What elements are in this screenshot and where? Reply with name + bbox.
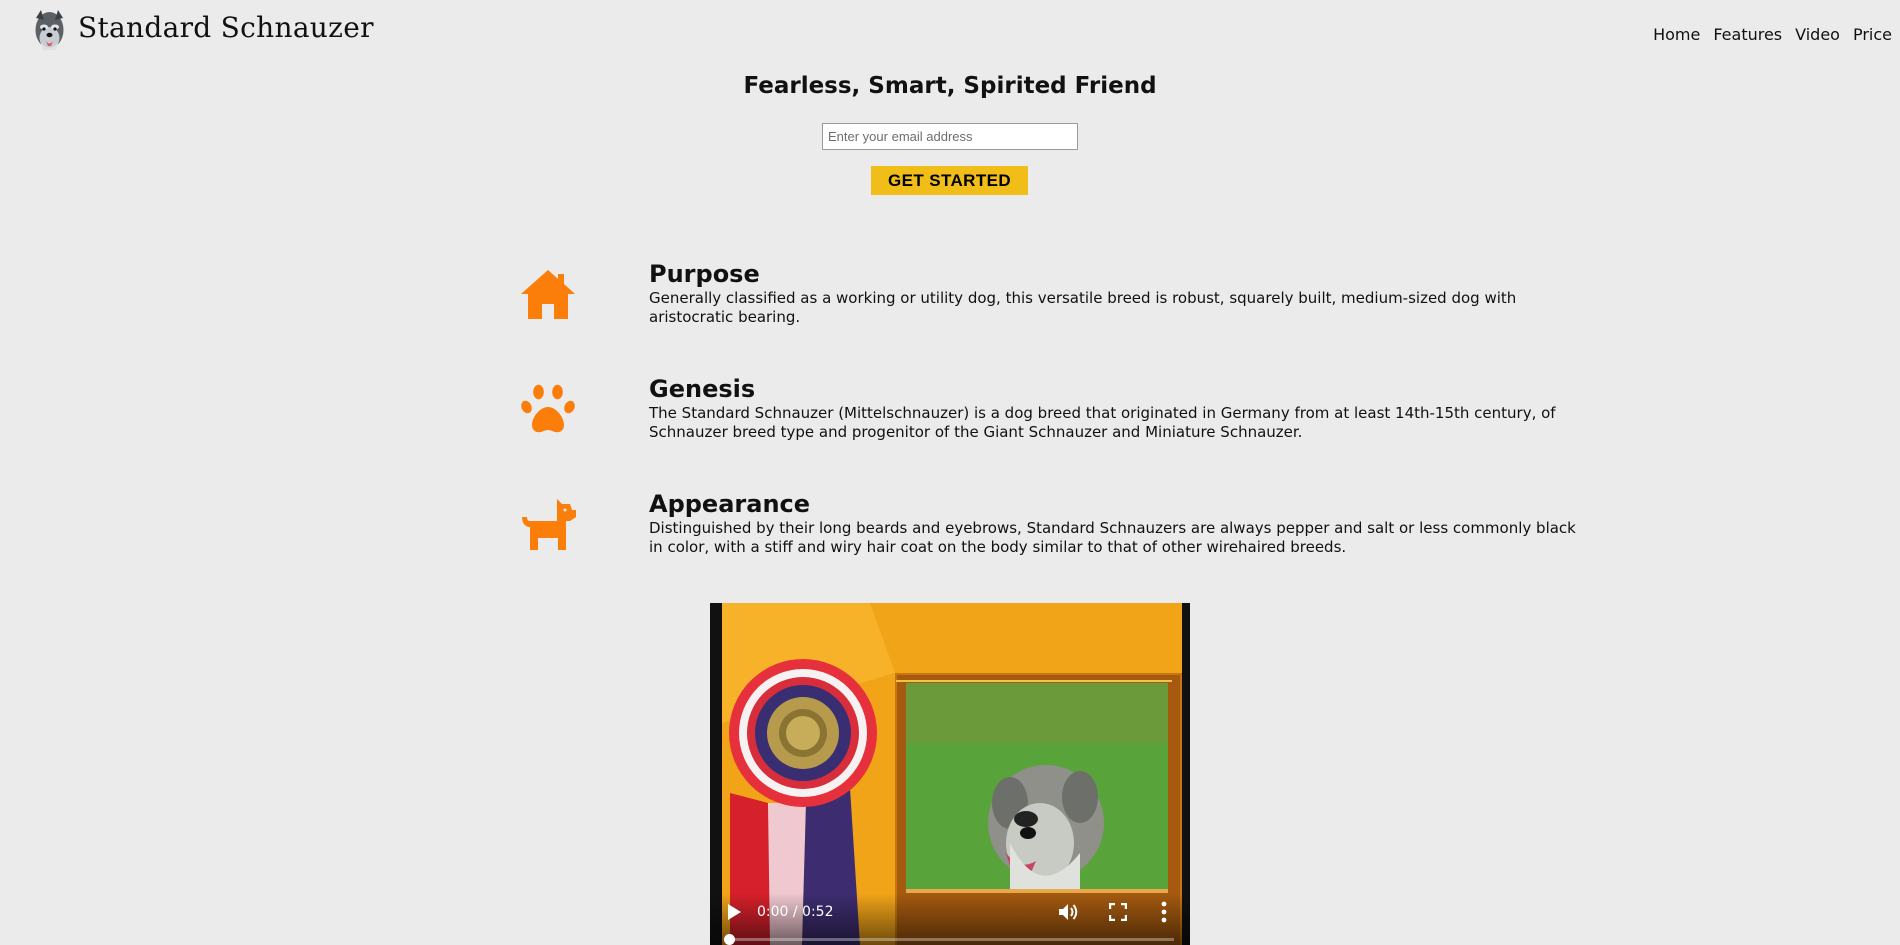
video-progress-thumb[interactable] [724, 934, 735, 945]
nav-link-price[interactable]: Price [1853, 25, 1892, 44]
hero-title: Fearless, Smart, Spirited Friend [743, 73, 1157, 99]
fullscreen-icon[interactable] [1109, 903, 1127, 921]
volume-icon[interactable] [1058, 902, 1080, 922]
get-started-button[interactable]: GET STARTED [871, 166, 1028, 195]
site-header: Standard Schnauzer Home Features Video P… [0, 0, 1900, 62]
house-icon [520, 266, 576, 322]
nav-link-features[interactable]: Features [1713, 25, 1782, 44]
brand-name: Standard Schnauzer [78, 11, 374, 44]
video-player[interactable]: 0:00 / 0:52 [710, 603, 1190, 945]
nav-link-home[interactable]: Home [1653, 25, 1700, 44]
video-time: 0:00 / 0:52 [757, 904, 834, 920]
feature-title: Genesis [649, 375, 756, 403]
nav-link-video[interactable]: Video [1795, 25, 1840, 44]
feature-text: Distinguished by their long beards and e… [649, 519, 1576, 556]
dog-icon [520, 496, 576, 552]
feature-title: Purpose [649, 260, 760, 288]
more-options-icon[interactable] [1161, 901, 1167, 923]
email-input[interactable] [822, 123, 1078, 150]
play-icon[interactable] [726, 903, 742, 921]
feature-appearance: Appearance Distinguished by their long b… [520, 490, 1576, 570]
feature-text: Generally classified as a working or uti… [649, 289, 1517, 326]
paw-icon [520, 381, 576, 437]
schnauzer-logo[interactable] [31, 8, 68, 52]
nav-bar: Home Features Video Price [1653, 22, 1900, 46]
feature-title: Appearance [649, 490, 811, 518]
feature-genesis: Genesis The Standard Schnauzer (Mittelsc… [520, 375, 1556, 455]
feature-text: The Standard Schnauzer (Mittelschnauzer)… [649, 404, 1556, 441]
feature-purpose: Purpose Generally classified as a workin… [520, 260, 1516, 340]
video-controls: 0:00 / 0:52 [710, 893, 1190, 945]
video-progress-bar[interactable] [724, 934, 1174, 945]
